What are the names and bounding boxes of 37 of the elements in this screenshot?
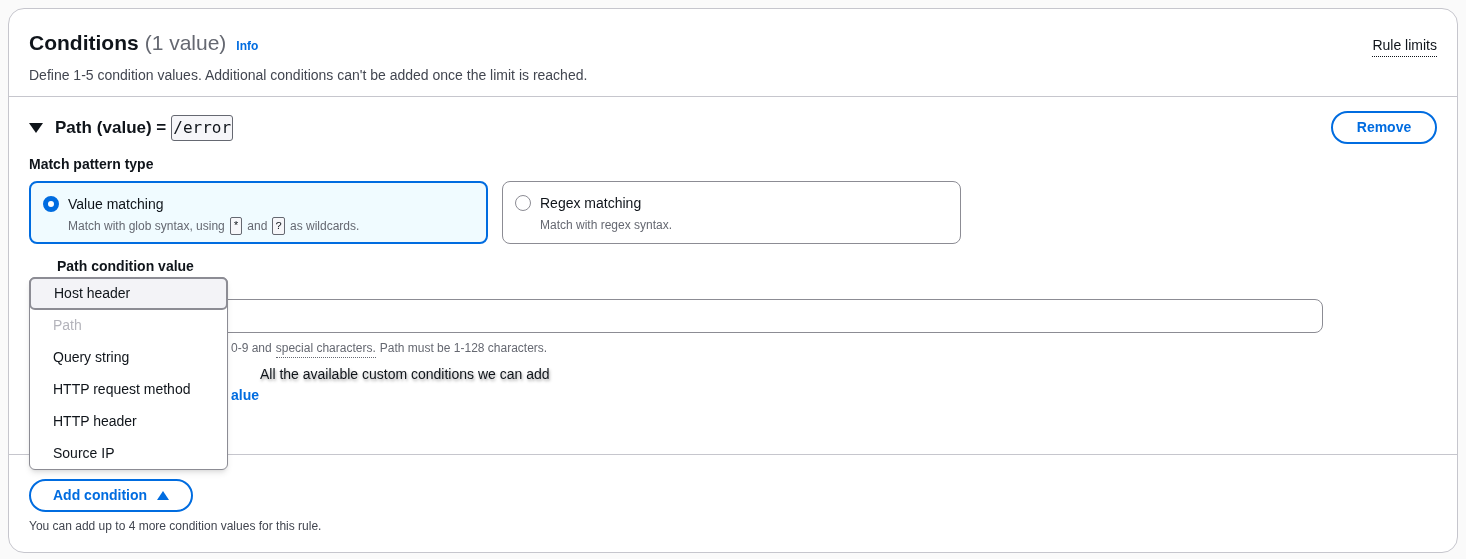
option-description: Match with glob syntax, using <box>68 217 225 235</box>
condition-field: Path <box>55 114 92 141</box>
caret-icon <box>157 491 170 500</box>
collapse-toggle[interactable] <box>29 121 43 134</box>
hint-text: Path must be 1-128 characters. <box>379 339 548 357</box>
caret-icon <box>29 121 43 134</box>
condition-value: /error <box>171 114 234 141</box>
menu-item[interactable]: Query string <box>30 341 227 373</box>
radio-tile[interactable]: Regex matching Match with regex syntax. <box>502 180 961 244</box>
menu-item[interactable]: Source IP <box>30 437 227 469</box>
info-link[interactable]: Info <box>236 37 259 55</box>
annotation-text: All the available custom conditions we can add <box>260 364 550 384</box>
option-description: and <box>247 217 268 235</box>
radio-button[interactable] <box>43 195 59 212</box>
wildcard-key: ? <box>272 216 285 235</box>
rule-limits-link[interactable]: Rule limits <box>1372 35 1437 57</box>
option-title: Regex matching <box>540 193 643 213</box>
option-description: as wildcards. <box>290 217 360 235</box>
menu-item[interactable]: HTTP request method <box>30 373 227 405</box>
section-description: Define 1-5 condition values. Additional conditions can't be added once the limit is reached. <box>29 65 589 85</box>
add-value-link[interactable]: alue <box>231 384 259 406</box>
hint-text: 0-9 and <box>231 339 272 357</box>
radio-tile[interactable]: Value matching Match with glob syntax, using * and ? as wildcards. <box>29 180 488 244</box>
wildcard-key: * <box>229 216 243 235</box>
remove-button[interactable]: Remove <box>1331 111 1437 144</box>
condition-qualifier: (value) = <box>96 116 167 139</box>
field-label: Path condition value <box>57 256 195 276</box>
add-condition-button[interactable]: Add condition <box>29 479 194 512</box>
menu-item[interactable]: Host header <box>29 277 228 310</box>
option-title: Value matching <box>68 194 165 214</box>
special-characters-link[interactable]: special characters. <box>275 338 376 358</box>
footer-text: You can add up to 4 more condition values for this rule. <box>29 518 323 535</box>
menu-item[interactable]: HTTP header <box>30 405 227 437</box>
section-title: Conditions <box>29 30 139 56</box>
field-label: Match pattern type <box>29 154 155 174</box>
option-description: Match with regex syntax. <box>540 216 673 234</box>
value-count: (1 value) <box>144 30 227 56</box>
